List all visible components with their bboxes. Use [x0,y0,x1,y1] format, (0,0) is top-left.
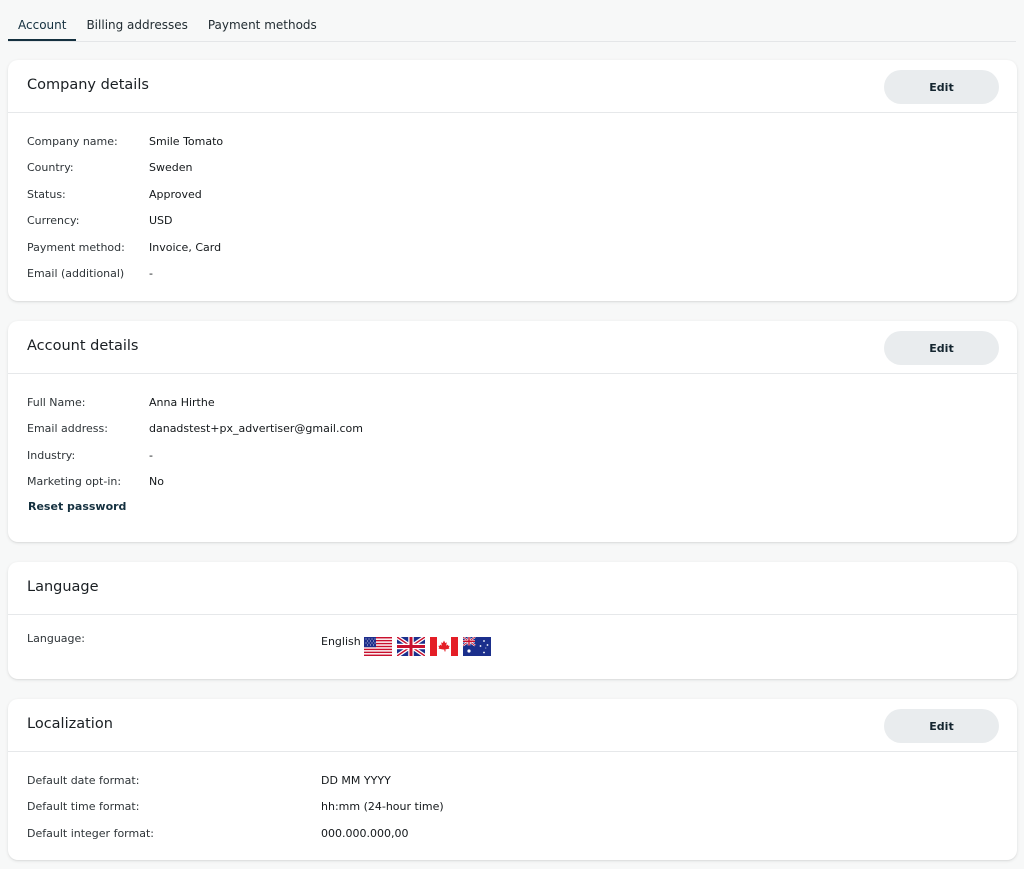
payment-method-row: Payment method: Invoice, Card [27,238,1017,264]
canada-flag-icon[interactable] [430,637,458,656]
language-title: Language [27,579,99,595]
company-name-row: Company name: Smile Tomato [27,132,1017,158]
industry-row: Industry: - [27,446,1017,472]
payment-method-label: Payment method: [27,240,125,254]
country-row: Country: Sweden [27,158,1017,184]
company-details-list: Company name: Smile Tomato Country: Swed… [8,113,1017,290]
currency-row: Currency: USD [27,211,1017,237]
industry-label: Industry: [27,448,76,462]
tab-billing-addresses[interactable]: Billing addresses [76,11,197,41]
localization-edit-button[interactable]: Edit [884,709,999,743]
company-name-label: Company name: [27,135,118,148]
time-format-value: hh:mm (24-hour time) [321,800,444,814]
language-label: Language: [27,632,85,645]
language-row: Language: English [27,632,627,658]
us-flag-icon[interactable] [364,637,392,656]
tab-payment-methods[interactable]: Payment methods [198,11,327,41]
currency-value: USD [149,214,173,228]
company-details-card: Company details Edit Company name: Smile… [8,60,1017,301]
status-row: Status: Approved [27,185,1017,211]
language-flags [359,637,491,656]
industry-value: - [149,448,153,462]
account-details-title: Account details [27,338,139,354]
language-header: Language [8,562,1017,615]
integer-format-label: Default integer format: [27,826,154,840]
company-details-title: Company details [27,77,149,93]
uk-flag-icon[interactable] [397,637,425,656]
additional-email-label: Email (additional) [27,266,125,280]
account-edit-button[interactable]: Edit [884,331,999,365]
country-label: Country: [27,161,74,175]
marketing-opt-in-value: No [149,475,164,489]
date-format-row: Default date format: DD MM YYYY [27,771,1017,797]
account-details-card: Account details Edit Full Name: Anna Hir… [8,321,1017,542]
reset-password-link[interactable]: Reset password [28,500,126,513]
integer-format-value: 000.000.000,00 [321,826,409,840]
currency-label: Currency: [27,214,80,228]
company-edit-button[interactable]: Edit [884,70,999,104]
email-address-row: Email address: danadstest+px_advertiser@… [27,419,1017,445]
full-name-label: Full Name: [27,396,86,409]
status-label: Status: [27,187,66,201]
payment-method-value: Invoice, Card [149,240,222,254]
additional-email-value: - [149,266,153,280]
localization-header: Localization Edit [8,699,1017,752]
country-value: Sweden [149,161,193,175]
account-details-list: Full Name: Anna Hirthe Email address: da… [8,374,1017,499]
language-value: English [321,635,361,648]
company-name-value: Smile Tomato [149,135,224,148]
additional-email-row: Email (additional) - [27,264,1017,290]
localization-card: Localization Edit Default date format: D… [8,699,1017,860]
status-value: Approved [149,187,202,201]
integer-format-row: Default integer format: 000.000.000,00 [27,824,1017,850]
date-format-value: DD MM YYYY [321,774,391,787]
localization-list: Default date format: DD MM YYYY Default … [8,752,1017,850]
tab-account[interactable]: Account [8,11,77,41]
email-address-label: Email address: [27,422,108,436]
full-name-row: Full Name: Anna Hirthe [27,393,1017,419]
australia-flag-icon[interactable] [463,637,491,656]
marketing-opt-in-label: Marketing opt-in: [27,475,122,489]
account-details-header: Account details Edit [8,321,1017,374]
full-name-value: Anna Hirthe [149,396,215,409]
marketing-opt-in-row: Marketing opt-in: No [27,472,1017,498]
localization-title: Localization [27,716,113,732]
tab-bar: Account Billing addresses Payment method… [8,11,1016,42]
company-details-header: Company details Edit [8,60,1017,113]
time-format-row: Default time format: hh:mm (24-hour time… [27,797,1017,823]
time-format-label: Default time format: [27,800,140,814]
email-address-link[interactable]: danadstest+px_advertiser@gmail.com [149,422,363,435]
date-format-label: Default date format: [27,774,140,787]
language-card: Language Language: English [8,562,1017,679]
